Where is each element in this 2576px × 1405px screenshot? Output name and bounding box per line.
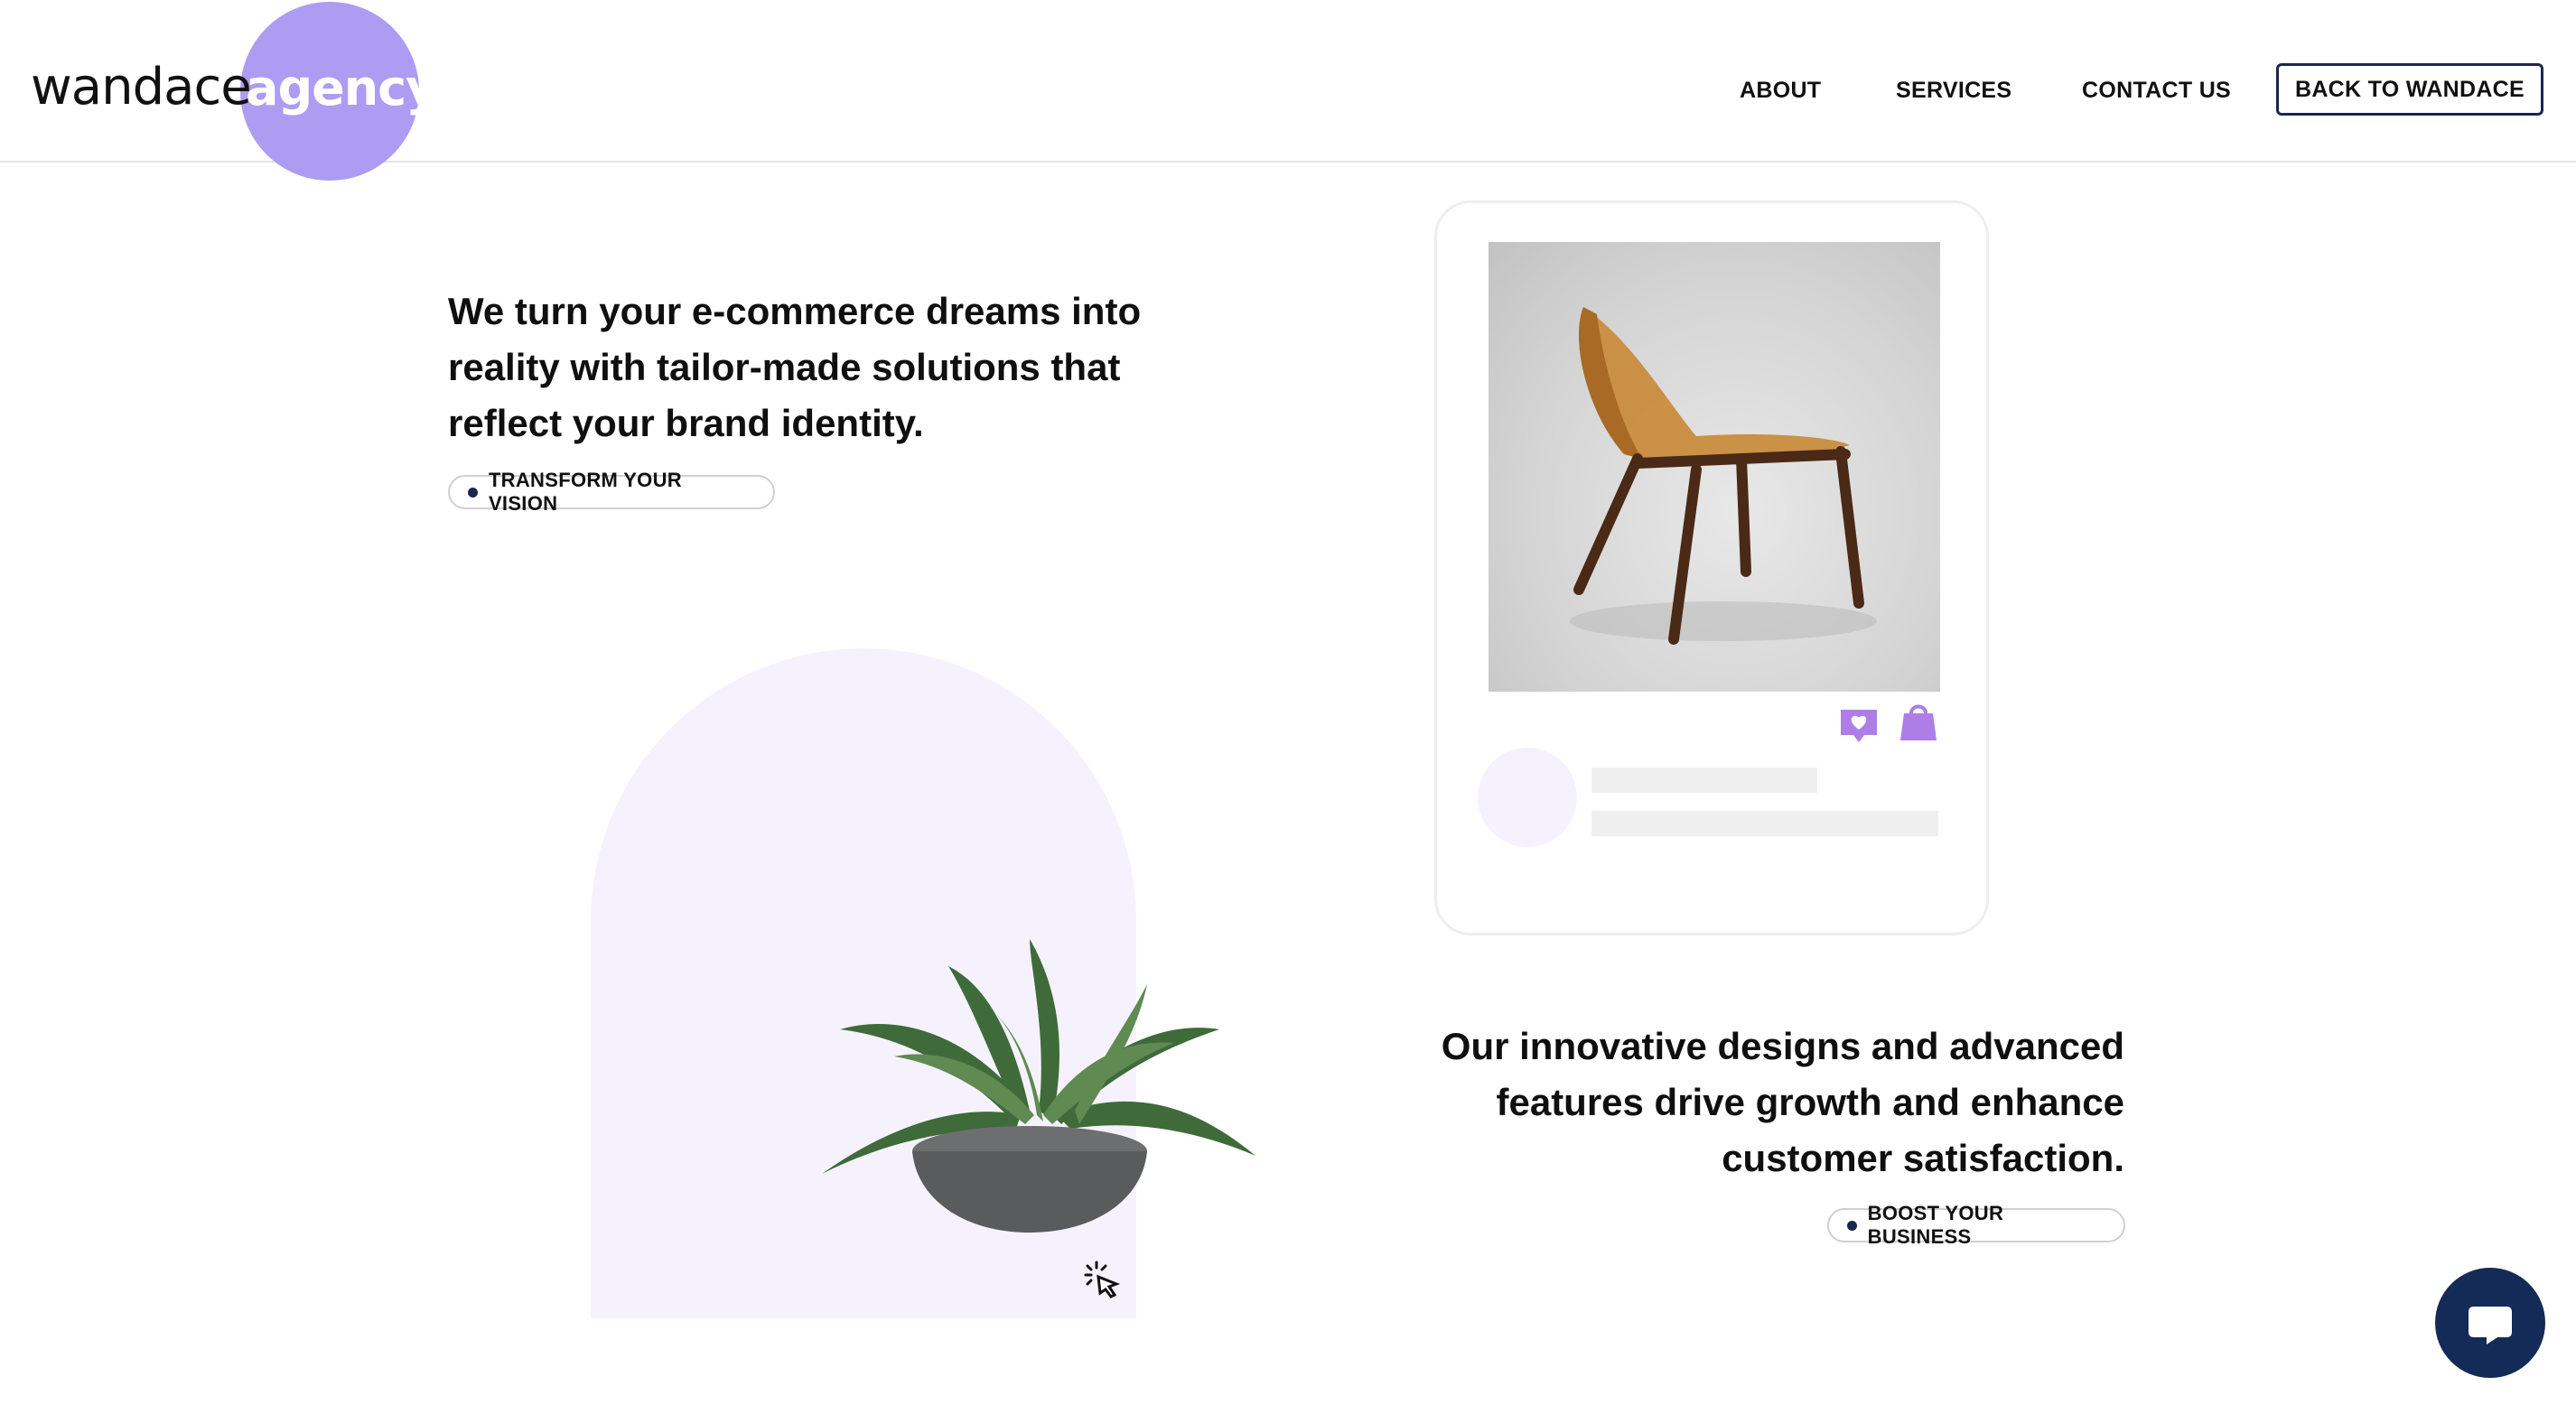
site-header: wandace agency ABOUT SERVICES CONTACT US… [0, 0, 2576, 181]
boost-business-tag: BOOST YOUR BUSINESS [1827, 1202, 2125, 1248]
nav-contact-us[interactable]: CONTACT US [2082, 78, 2231, 104]
cursor-click-icon [1084, 1261, 1121, 1298]
nav-services[interactable]: SERVICES [1896, 78, 2011, 104]
text-placeholder [1591, 811, 1938, 836]
heart-message-icon[interactable] [1837, 704, 1881, 748]
chat-button[interactable] [2435, 1268, 2545, 1378]
logo-wordmark[interactable]: wandace [31, 58, 252, 116]
feature-headline-line: customer satisfaction. [1722, 1137, 2124, 1179]
nav-about[interactable]: ABOUT [1740, 78, 1821, 104]
chair-illustration [1570, 307, 1877, 645]
feature-headline-line: features drive growth and enhance [1496, 1081, 2124, 1123]
hero-headline-line: reality with tailor-made solutions that [448, 346, 1121, 388]
plant-image [822, 939, 1255, 1233]
transform-vision-tag: TRANSFORM YOUR VISION [448, 469, 775, 515]
hero-headline-line: We turn your e-commerce dreams into [448, 290, 1142, 332]
shopping-bag-icon[interactable] [1899, 701, 1938, 744]
tag-label: TRANSFORM YOUR VISION [488, 469, 682, 515]
chat-icon [2469, 1307, 2512, 1345]
back-to-wandace-button[interactable]: BACK TO WANDACE [2276, 63, 2543, 116]
tag-label: BOOST YOUR BUSINESS [1867, 1202, 2004, 1248]
text-placeholder [1591, 768, 1817, 793]
hero-headline: We turn your e-commerce dreams into real… [448, 284, 1261, 451]
chair-photo [1489, 242, 1940, 692]
feature-headline: Our innovative designs and advanced feat… [1221, 1019, 2124, 1186]
feature-headline-line: Our innovative designs and advanced [1441, 1025, 2124, 1067]
avatar-placeholder [1478, 748, 1577, 847]
tag-dot [1847, 1220, 1857, 1231]
hero-headline-line: reflect your brand identity. [448, 402, 924, 444]
logo-badge-text[interactable]: agency [246, 60, 437, 116]
tag-dot [468, 487, 478, 498]
